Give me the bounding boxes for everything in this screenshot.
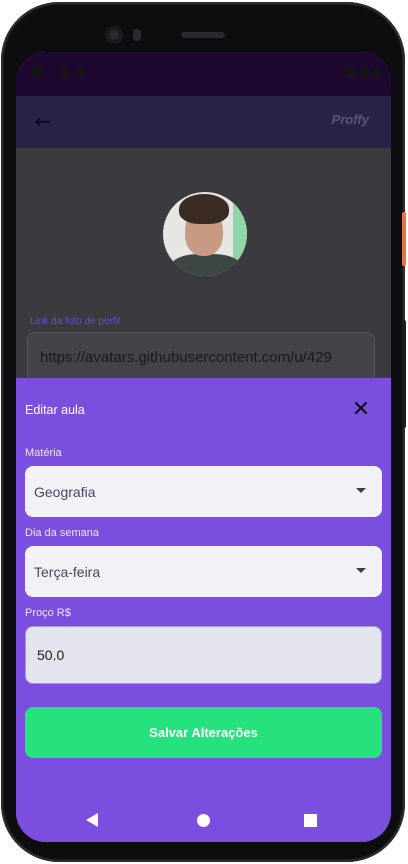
power-button [402, 212, 406, 266]
status-bar [16, 52, 391, 96]
avatar-hair [179, 194, 229, 224]
proximity-sensor [133, 29, 141, 41]
avatar-background [233, 202, 247, 262]
photo-link-input[interactable]: https://avatars.githubusercontent.com/u/… [27, 332, 375, 382]
status-icon [32, 68, 42, 78]
weekday-label: Dia da semana [25, 527, 99, 539]
screen: ← Proffy Link da foto de perfil https://… [16, 52, 391, 842]
app-bar: ← Proffy [16, 96, 391, 148]
phone-frame: ← Proffy Link da foto de perfil https://… [1, 2, 406, 862]
sheet-title: Editar aula [25, 403, 85, 417]
close-icon[interactable]: ✕ [349, 398, 373, 422]
brand-logo: Proffy [331, 112, 369, 127]
photo-link-label: Link da foto de perfil [30, 316, 121, 327]
chevron-down-icon [356, 488, 366, 493]
status-icon [60, 68, 70, 78]
nav-back-icon[interactable] [86, 813, 98, 827]
photo-link-value: https://avatars.githubusercontent.com/u/… [40, 349, 332, 366]
weekday-value: Terça-feira [34, 564, 101, 580]
price-label: Proço R$ [25, 607, 71, 619]
earpiece-speaker [181, 32, 225, 38]
subject-label: Matéria [25, 447, 62, 459]
status-icon [78, 68, 84, 78]
save-changes-button[interactable]: Salvar Alterações [25, 707, 382, 758]
edit-class-sheet: Editar aula ✕ Matéria Geografia Dia da s… [16, 378, 391, 842]
profile-section: Link da foto de perfil https://avatars.g… [16, 148, 391, 382]
subject-value: Geografia [34, 484, 96, 500]
front-camera [105, 26, 123, 44]
price-value: 50.0 [37, 647, 65, 663]
subject-select[interactable]: Geografia [25, 466, 382, 517]
nav-recents-icon[interactable] [304, 814, 317, 827]
volume-button [402, 320, 406, 428]
weekday-select[interactable]: Terça-feira [25, 546, 382, 597]
signal-icon [360, 68, 370, 78]
price-input[interactable]: 50.0 [25, 626, 382, 684]
avatar [163, 192, 247, 276]
nav-home-icon[interactable] [197, 814, 210, 827]
avatar-shirt [171, 254, 241, 276]
system-nav-bar [16, 796, 391, 842]
chevron-down-icon [356, 568, 366, 573]
wifi-icon [346, 68, 356, 78]
arrow-left-icon[interactable]: ← [32, 109, 54, 133]
battery-icon [374, 68, 380, 78]
